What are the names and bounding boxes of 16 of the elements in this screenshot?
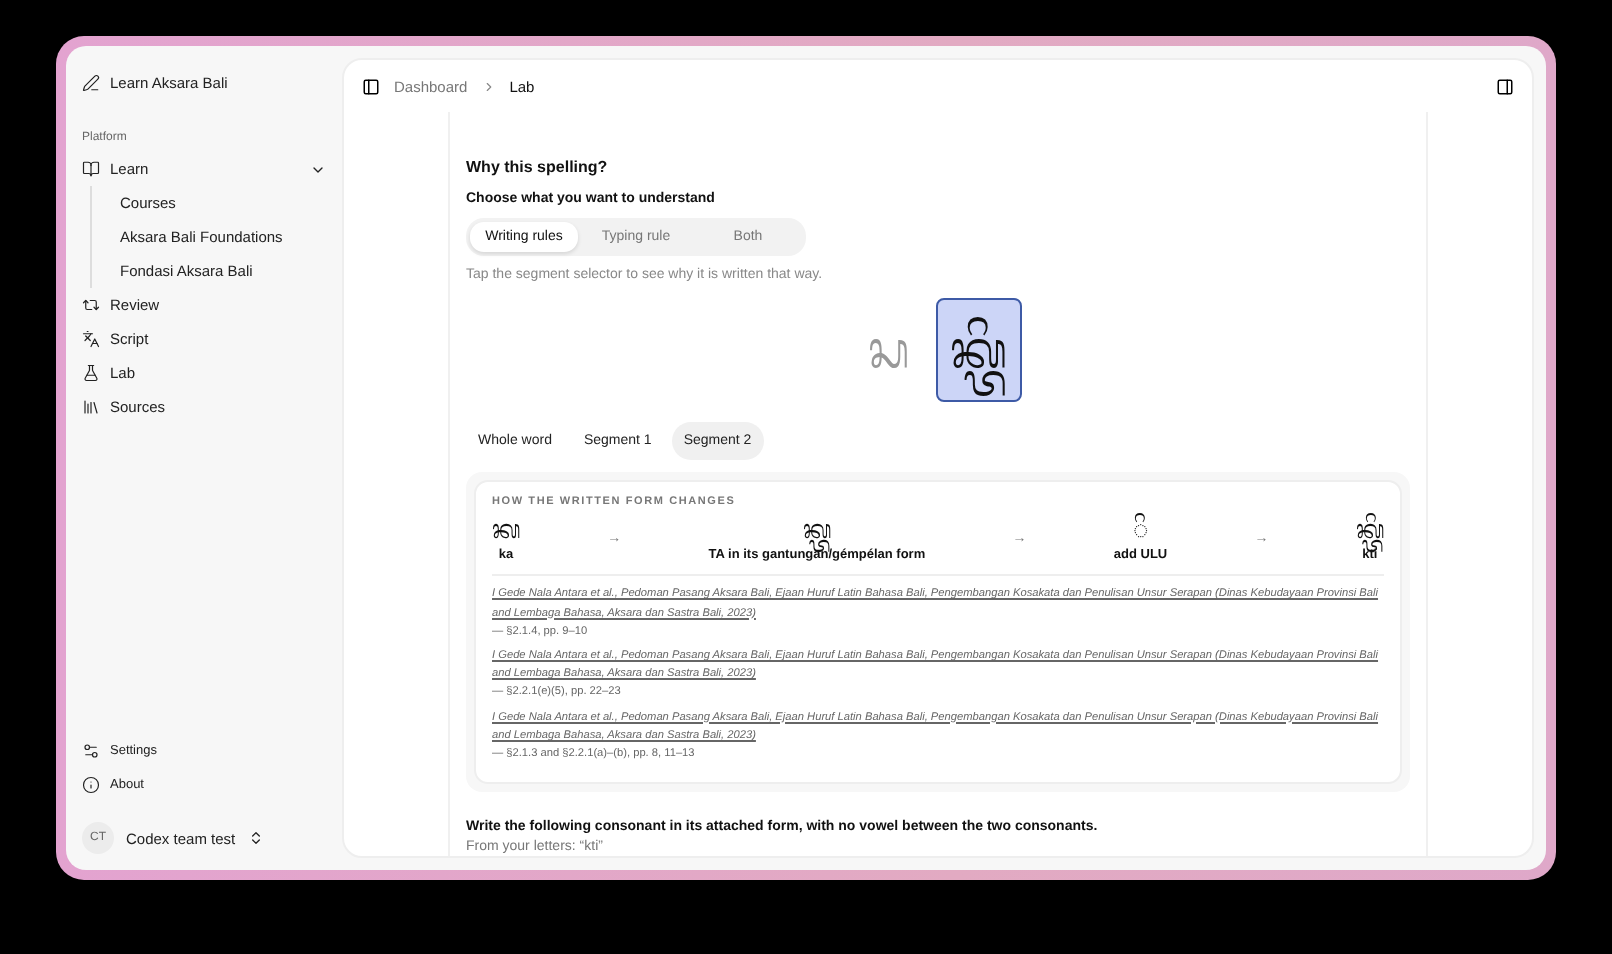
sidebar-toggle-icon[interactable] xyxy=(362,77,380,95)
repeat-icon xyxy=(82,296,100,314)
glyph-segment[interactable]: ᬓ᭄ᬢᬶ xyxy=(936,298,1022,402)
section-title: Why this spelling? xyxy=(466,158,610,176)
book-icon xyxy=(82,160,100,178)
translate-icon xyxy=(82,330,100,348)
step-glyph: ᬓ xyxy=(492,516,520,545)
settings-icon xyxy=(82,742,100,760)
library-icon xyxy=(82,398,100,416)
flask-icon xyxy=(82,364,100,382)
chevrons-icon[interactable] xyxy=(247,830,264,846)
chevron-icon xyxy=(481,79,496,93)
panel-toggle-icon[interactable] xyxy=(1496,77,1514,95)
step-glyph: ◌ᬶ xyxy=(1132,516,1149,545)
info-icon xyxy=(82,776,100,794)
pen-icon xyxy=(82,74,100,92)
